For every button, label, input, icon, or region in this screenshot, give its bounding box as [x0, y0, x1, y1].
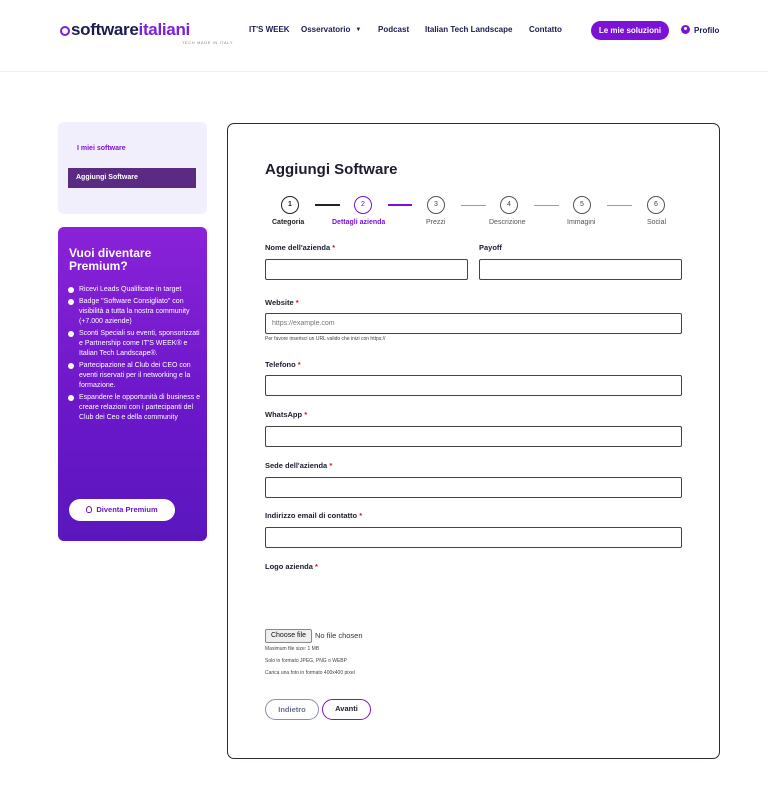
sidebar-item-add-software[interactable]: Aggiungi Software [68, 168, 196, 188]
back-button[interactable]: Indietro [265, 699, 319, 720]
sidebar-menu: I miei software Aggiungi Software [58, 122, 207, 214]
company-name-input[interactable] [265, 259, 468, 280]
hq-input[interactable] [265, 477, 682, 498]
step-connector [607, 205, 632, 206]
profile-label: Profilo [694, 26, 720, 35]
step-5-indicator[interactable]: 5 [573, 196, 591, 214]
step-connector [315, 204, 340, 206]
site-header: softwareitaliani TECH MADE IN ITALY IT'S… [0, 0, 768, 72]
email-label: Indirizzo email di contatto * [265, 511, 363, 520]
sidebar-item-my-software[interactable]: I miei software [77, 145, 126, 152]
nav-landscape[interactable]: Italian Tech Landscape [425, 25, 512, 34]
premium-benefit: Badge "Software Consigliato" con visibil… [68, 297, 202, 327]
become-premium-button[interactable]: Diventa Premium [69, 499, 175, 521]
step-connector [461, 205, 486, 206]
logo-mark-icon [60, 26, 70, 36]
premium-benefits-list: Ricevi Leads Qualificate in target Badge… [68, 285, 202, 425]
whatsapp-input[interactable] [265, 426, 682, 447]
nav-osservatorio-label: Osservatorio [301, 25, 351, 34]
award-icon [86, 506, 93, 513]
phone-input[interactable] [265, 375, 682, 396]
email-input[interactable] [265, 527, 682, 548]
payoff-input[interactable] [479, 259, 682, 280]
step-6-label: Social [647, 219, 667, 226]
logo-label: Logo azienda * [265, 562, 318, 571]
next-button[interactable]: Avanti [322, 699, 371, 720]
become-premium-label: Diventa Premium [96, 505, 158, 514]
step-3-label: Prezzi [426, 219, 446, 226]
choose-file-button[interactable]: Choose file [265, 629, 312, 643]
step-4-label: Descrizione [489, 219, 526, 226]
logo-tagline: TECH MADE IN ITALY [182, 40, 234, 45]
nav-osservatorio[interactable]: Osservatorio ▼ [301, 25, 361, 34]
step-2-label: Dettagli azienda [332, 219, 386, 226]
payoff-label: Payoff [479, 243, 502, 252]
step-connector [534, 205, 559, 206]
website-input[interactable] [265, 313, 682, 334]
logo-help: Solo in formato JPEG, PNG o WEBP [265, 658, 347, 664]
step-1-indicator[interactable]: 1 [281, 196, 299, 214]
premium-title: Vuoi diventare Premium? [69, 246, 152, 273]
my-solutions-button[interactable]: Le mie soluzioni [591, 21, 669, 40]
website-label: Website * [265, 298, 299, 307]
premium-benefit: Espandere le opportunità di business e c… [68, 393, 202, 423]
logo-text: softwareitaliani [71, 20, 190, 39]
chevron-down-icon: ▼ [355, 27, 362, 33]
site-logo[interactable]: softwareitaliani TECH MADE IN ITALY [60, 20, 233, 45]
step-6-indicator[interactable]: 6 [647, 196, 665, 214]
step-5-label: Immagini [567, 219, 596, 226]
nav-podcast[interactable]: Podcast [378, 25, 409, 34]
whatsapp-label: WhatsApp * [265, 410, 308, 419]
nav-contatto[interactable]: Contatto [529, 25, 562, 34]
page-title: Aggiungi Software [265, 161, 398, 178]
phone-label: Telefono * [265, 360, 301, 369]
add-software-form: Aggiungi Software 1 2 3 4 5 6 Categoria … [227, 123, 720, 759]
premium-benefit: Partecipazione al Club dei CEO con event… [68, 361, 202, 391]
premium-promo: Vuoi diventare Premium? Ricevi Leads Qua… [58, 227, 207, 541]
premium-benefit: Sconti Speciali su eventi, sponsorizzati… [68, 329, 202, 359]
step-connector [388, 204, 412, 206]
user-icon [681, 25, 690, 34]
step-1-label: Categoria [272, 219, 305, 226]
step-3-indicator[interactable]: 3 [427, 196, 445, 214]
nav-itsweek[interactable]: IT'S WEEK [249, 25, 290, 34]
logo-help: Maximum file size: 1 MB [265, 646, 320, 652]
logo-help: Carica una foto in formato 400x400 pixel [265, 670, 355, 676]
profile-link[interactable]: Profilo [681, 25, 719, 35]
website-help: Per favore inserisci un URL valido che i… [265, 336, 386, 342]
company-name-label: Nome dell'azienda * [265, 243, 336, 252]
file-status: No file chosen [315, 631, 363, 640]
step-4-indicator[interactable]: 4 [500, 196, 518, 214]
hq-label: Sede dell'azienda * [265, 461, 333, 470]
step-2-indicator[interactable]: 2 [354, 196, 372, 214]
premium-benefit: Ricevi Leads Qualificate in target [68, 285, 202, 295]
